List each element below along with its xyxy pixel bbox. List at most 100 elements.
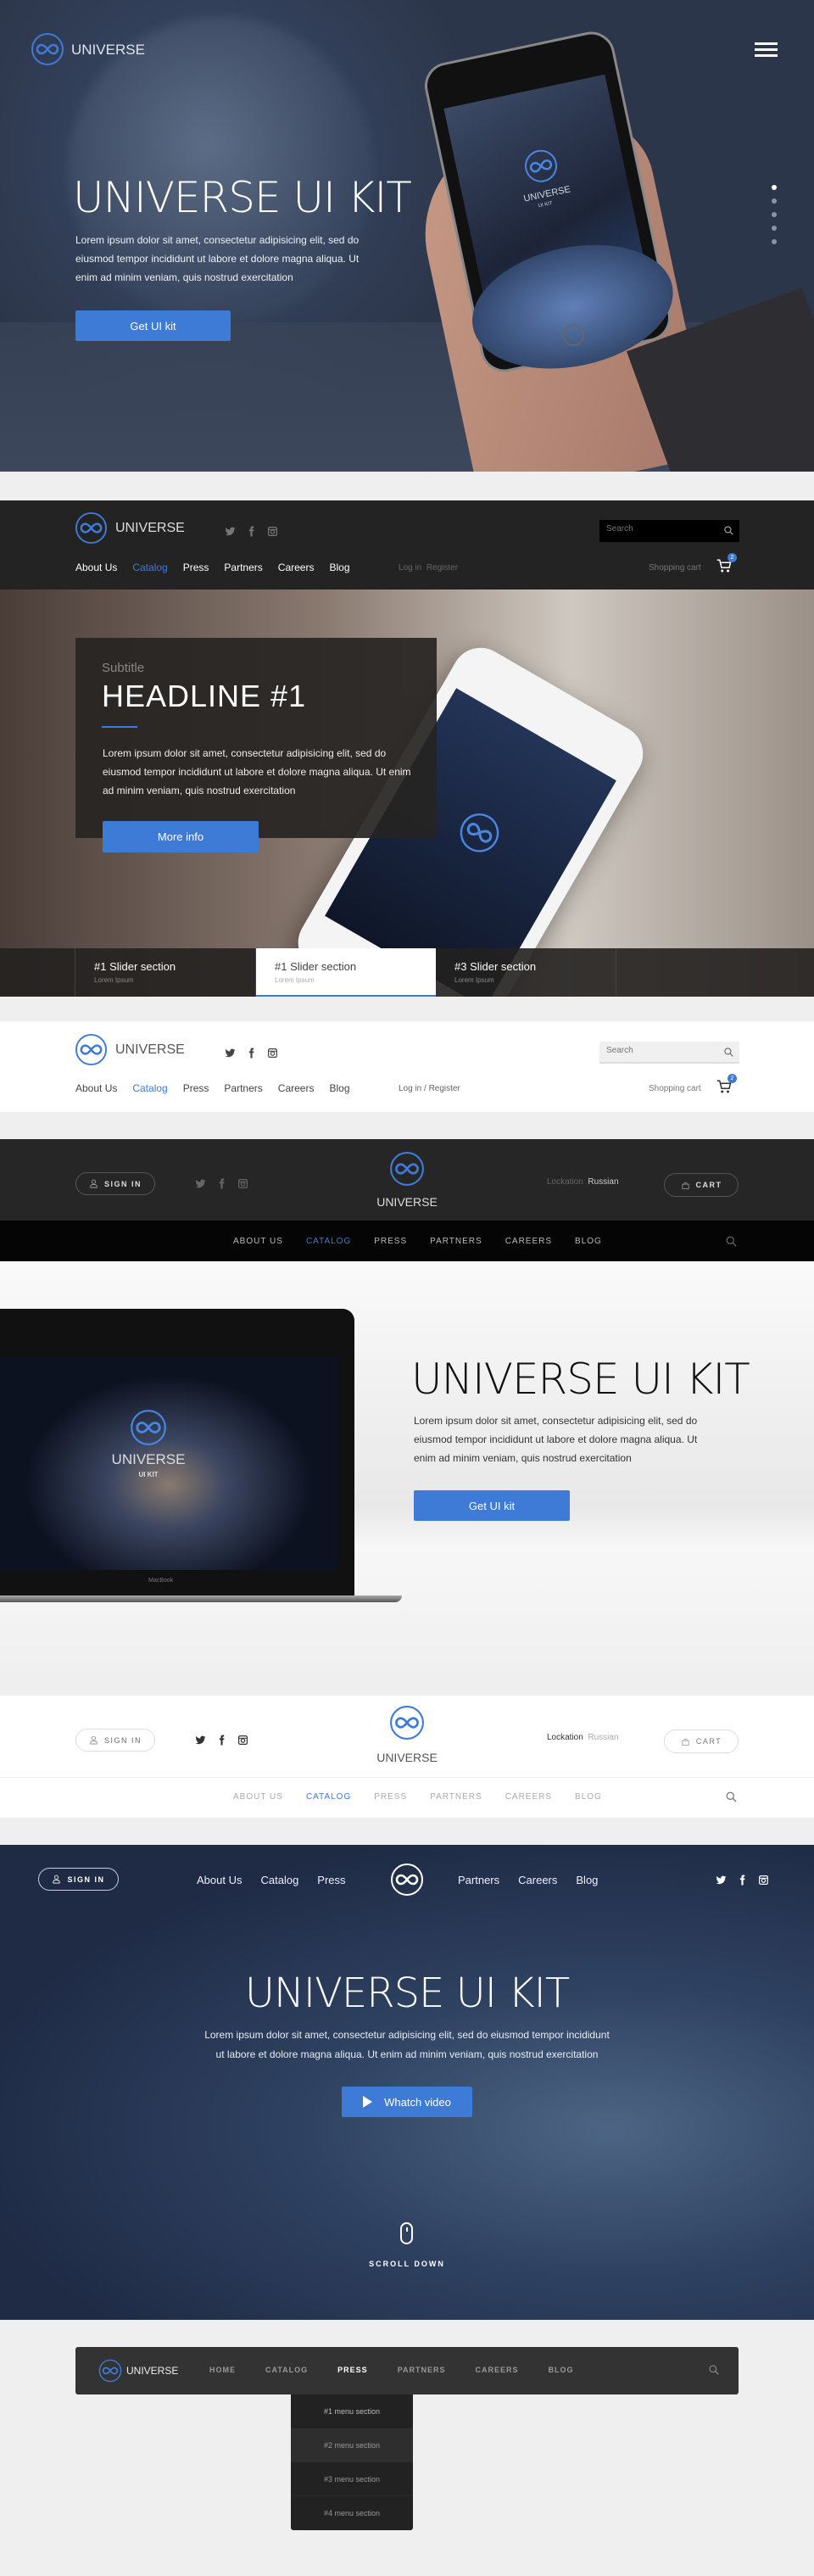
hamburger-menu-icon[interactable] (755, 42, 778, 57)
menu-item[interactable]: #4 menu section (291, 2496, 413, 2530)
nav-about-us[interactable]: ABOUT US (233, 1237, 283, 1246)
nav-careers[interactable]: CAREERS (505, 1237, 552, 1246)
shopping-cart-label[interactable]: Shopping cart (649, 563, 701, 573)
facebook-icon[interactable] (737, 1875, 748, 1886)
instagram-icon[interactable] (267, 526, 278, 537)
register-link[interactable]: Register (427, 563, 458, 573)
nav-press[interactable]: PRESS (374, 1237, 407, 1246)
nav-catalog[interactable]: Catalog (260, 1874, 298, 1886)
shopping-cart-label[interactable]: Shopping cart (649, 1084, 701, 1093)
search-input[interactable] (606, 524, 708, 534)
facebook-icon[interactable] (216, 1735, 227, 1746)
nav-catalog[interactable]: Catalog (132, 1082, 167, 1094)
slider-tab-active[interactable]: #1 Slider section Lorem Ipsum (256, 948, 436, 997)
nav-partners[interactable]: Partners (458, 1874, 499, 1886)
sign-in-button[interactable]: SIGN IN (75, 1729, 155, 1752)
dropdown-nav-bar: UNIVERSE HOME CATALOG PRESS PARTNERS CAR… (75, 2347, 739, 2394)
search-icon[interactable] (708, 2364, 720, 2376)
get-ui-kit-button[interactable]: Get UI kit (414, 1490, 570, 1521)
nav-blog[interactable]: Blog (576, 1874, 598, 1886)
search-icon[interactable] (725, 1791, 738, 1803)
nav-partners[interactable]: PARTNERS (430, 1237, 482, 1246)
search-box[interactable] (599, 520, 739, 542)
facebook-icon[interactable] (216, 1178, 227, 1189)
login-link[interactable]: Log in (399, 563, 421, 573)
slide-dot[interactable] (772, 226, 777, 231)
twitter-icon[interactable] (225, 526, 236, 537)
search-input[interactable] (606, 1046, 708, 1055)
twitter-icon[interactable] (225, 1048, 236, 1059)
mouse-scroll-icon[interactable] (400, 2222, 413, 2244)
login-register-link[interactable]: Log in / Register (399, 1084, 460, 1093)
location-selector[interactable]: Russian (588, 1733, 618, 1742)
slider-tab[interactable]: #1 Slider section Lorem Ipsum (75, 948, 256, 997)
nav-blog[interactable]: Blog (329, 562, 349, 573)
more-info-button[interactable]: More info (103, 821, 259, 852)
search-icon[interactable] (725, 1235, 738, 1248)
menu-item[interactable]: #1 menu section (291, 2394, 413, 2428)
nav-catalog[interactable]: CATALOG (265, 2366, 308, 2374)
nav-home[interactable]: HOME (209, 2366, 236, 2374)
nav-careers[interactable]: CAREERS (476, 2366, 519, 2374)
nav-careers[interactable]: CAREERS (505, 1792, 552, 1802)
twitter-icon[interactable] (195, 1735, 206, 1746)
nav-press[interactable]: Press (183, 562, 209, 573)
sign-in-button[interactable]: SIGN IN (38, 1868, 119, 1891)
nav-partners[interactable]: PARTNERS (398, 2366, 446, 2374)
logo-icon[interactable] (390, 1863, 424, 1897)
logo-icon[interactable] (75, 511, 108, 545)
nav-catalog[interactable]: CATALOG (306, 1792, 351, 1802)
nav-blog[interactable]: Blog (329, 1082, 349, 1094)
instagram-icon[interactable] (237, 1178, 248, 1189)
get-ui-kit-button[interactable]: Get UI kit (75, 310, 231, 341)
scroll-down-label[interactable]: SCROLL DOWN (369, 2260, 445, 2268)
instagram-icon[interactable] (267, 1048, 278, 1059)
nav-partners[interactable]: Partners (224, 562, 262, 573)
slide-dot[interactable] (772, 198, 777, 204)
search-icon[interactable] (723, 1047, 734, 1058)
twitter-icon[interactable] (195, 1178, 206, 1189)
nav-careers[interactable]: Careers (278, 562, 315, 573)
watch-video-button[interactable]: Whatch video (342, 2087, 472, 2117)
sign-in-button[interactable]: SIGN IN (75, 1172, 155, 1195)
nav-press[interactable]: PRESS (374, 1792, 407, 1802)
menu-item[interactable]: #3 menu section (291, 2462, 413, 2496)
instagram-icon[interactable] (237, 1735, 248, 1746)
nav-catalog[interactable]: CATALOG (306, 1237, 351, 1246)
nav-careers[interactable]: Careers (518, 1874, 557, 1886)
nav-about-us[interactable]: About Us (75, 562, 117, 573)
cart-button[interactable]: CART (664, 1729, 739, 1753)
instagram-icon[interactable] (758, 1875, 769, 1886)
search-icon[interactable] (723, 525, 734, 536)
nav-blog[interactable]: BLOG (575, 1792, 602, 1802)
location-selector[interactable]: Russian (588, 1177, 618, 1187)
logo-icon[interactable] (98, 2359, 122, 2383)
nav-press[interactable]: Press (317, 1874, 345, 1886)
nav-press[interactable]: PRESS (337, 2366, 368, 2374)
nav-about-us[interactable]: About Us (197, 1874, 242, 1886)
nav-careers[interactable]: Careers (278, 1082, 315, 1094)
nav-about-us[interactable]: About Us (75, 1082, 117, 1094)
menu-item-hovered[interactable]: #2 menu section (291, 2428, 413, 2462)
slide-dot[interactable] (772, 239, 777, 244)
logo-icon[interactable] (389, 1705, 425, 1741)
nav-catalog[interactable]: Catalog (132, 562, 167, 573)
facebook-icon[interactable] (246, 1048, 257, 1059)
logo-icon[interactable] (31, 32, 64, 66)
cart-button[interactable]: CART (664, 1173, 739, 1197)
logo-icon[interactable] (75, 1033, 108, 1066)
hero-title: UNIVERSE UI KIT (73, 173, 412, 222)
facebook-icon[interactable] (246, 526, 257, 537)
slide-dot[interactable] (772, 212, 777, 217)
twitter-icon[interactable] (716, 1875, 727, 1886)
slide-dot-active[interactable] (772, 185, 777, 190)
nav-about-us[interactable]: ABOUT US (233, 1792, 283, 1802)
nav-blog[interactable]: BLOG (549, 2366, 574, 2374)
nav-blog[interactable]: BLOG (575, 1237, 602, 1246)
logo-icon[interactable] (389, 1151, 425, 1187)
nav-partners[interactable]: PARTNERS (430, 1792, 482, 1802)
search-box[interactable] (599, 1042, 739, 1064)
slider-tab[interactable]: #3 Slider section Lorem Ipsum (436, 948, 616, 997)
nav-partners[interactable]: Partners (224, 1082, 262, 1094)
nav-press[interactable]: Press (183, 1082, 209, 1094)
